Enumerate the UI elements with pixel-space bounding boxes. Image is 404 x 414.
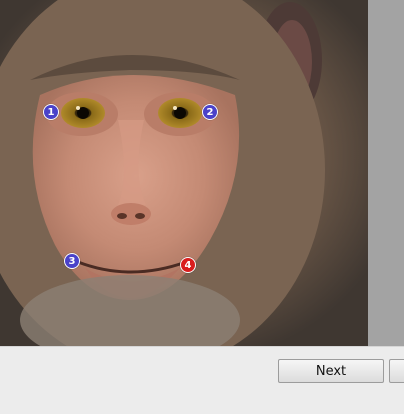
bottom-toolbar: Next [0,346,404,414]
landmark-4-marker[interactable]: 4 [180,257,196,273]
landmark-3-marker[interactable]: 3 [64,253,80,269]
image-canvas[interactable]: 1 2 3 4 [0,0,368,346]
monkey-face-image [0,0,368,346]
annotation-window: 1 2 3 4 Next [0,0,404,414]
secondary-button[interactable] [389,359,404,383]
landmark-2-marker[interactable]: 2 [202,104,218,120]
landmark-1-marker[interactable]: 1 [43,104,59,120]
side-panel [368,0,404,346]
next-button[interactable]: Next [278,359,384,383]
